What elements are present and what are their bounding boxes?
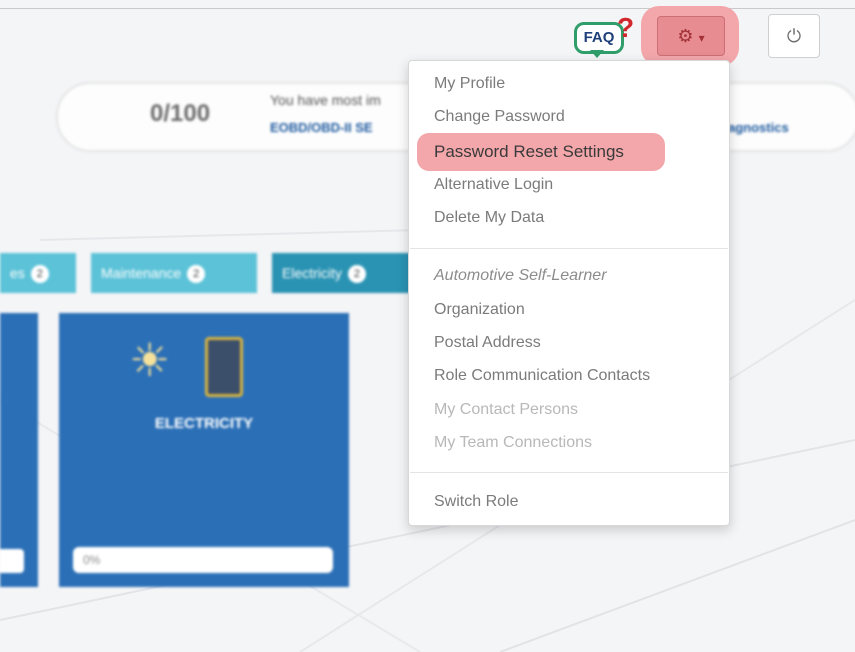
tab-count-badge: 2 <box>30 265 49 284</box>
settings-dropdown-button[interactable]: ⚙ ▾ <box>657 16 725 56</box>
lightbulb-icon: ☀ <box>129 334 171 386</box>
power-icon: ⏻ <box>786 26 802 46</box>
status-message: You have most im <box>270 92 381 108</box>
menu-item-organization[interactable]: Organization <box>434 301 525 319</box>
faq-button[interactable]: FAQ ? <box>574 12 638 58</box>
menu-item-delete-my-data[interactable]: Delete My Data <box>434 209 544 227</box>
menu-item-role-communication-contacts[interactable]: Role Communication Contacts <box>434 367 650 385</box>
progress-label: 0% <box>83 553 101 567</box>
tab-count-badge: 2 <box>187 265 206 284</box>
status-link-right[interactable]: agnostics <box>728 120 789 135</box>
faq-label: FAQ <box>583 29 615 46</box>
tab-label: Maintenance <box>101 265 182 281</box>
tab-partial[interactable]: es 2 <box>0 253 76 293</box>
faq-bubble-tail <box>590 50 604 58</box>
score-value: 0/100 <box>150 100 211 127</box>
multimeter-icon <box>205 337 243 397</box>
tab-electricity[interactable]: Electricity 2 <box>272 253 412 293</box>
card-title: ELECTRICITY <box>154 415 254 432</box>
menu-section-header: Automotive Self-Learner <box>434 267 607 284</box>
menu-item-switch-role[interactable]: Switch Role <box>434 493 518 511</box>
tab-maintenance[interactable]: Maintenance 2 <box>91 253 257 293</box>
caret-down-icon: ▾ <box>698 31 705 45</box>
tab-count-badge: 2 <box>347 265 366 284</box>
settings-dropdown-menu: My Profile Change Password Password Rese… <box>408 60 730 526</box>
menu-divider <box>410 248 728 249</box>
menu-divider <box>410 472 728 473</box>
menu-item-my-team-connections[interactable]: My Team Connections <box>434 434 592 452</box>
course-card-partial[interactable] <box>0 313 38 587</box>
menu-item-password-reset-settings[interactable]: Password Reset Settings <box>434 142 624 162</box>
menu-item-change-password[interactable]: Change Password <box>434 108 565 126</box>
status-link[interactable]: EOBD/OBD-II SE <box>270 120 373 135</box>
logout-button[interactable]: ⏻ <box>768 14 820 58</box>
tab-label: Electricity <box>282 265 342 281</box>
progress-bar: 0% <box>73 547 333 573</box>
menu-item-alternative-login[interactable]: Alternative Login <box>434 176 553 194</box>
menu-item-my-profile[interactable]: My Profile <box>434 75 505 93</box>
menu-item-postal-address[interactable]: Postal Address <box>434 334 541 352</box>
progress-bar <box>0 549 24 573</box>
tab-label: es <box>10 265 25 281</box>
question-mark-icon: ? <box>617 12 635 43</box>
gear-icon: ⚙ <box>677 26 694 46</box>
course-card-electricity[interactable]: ☀ ELECTRICITY 0% <box>59 313 349 587</box>
menu-item-my-contact-persons[interactable]: My Contact Persons <box>434 401 578 419</box>
